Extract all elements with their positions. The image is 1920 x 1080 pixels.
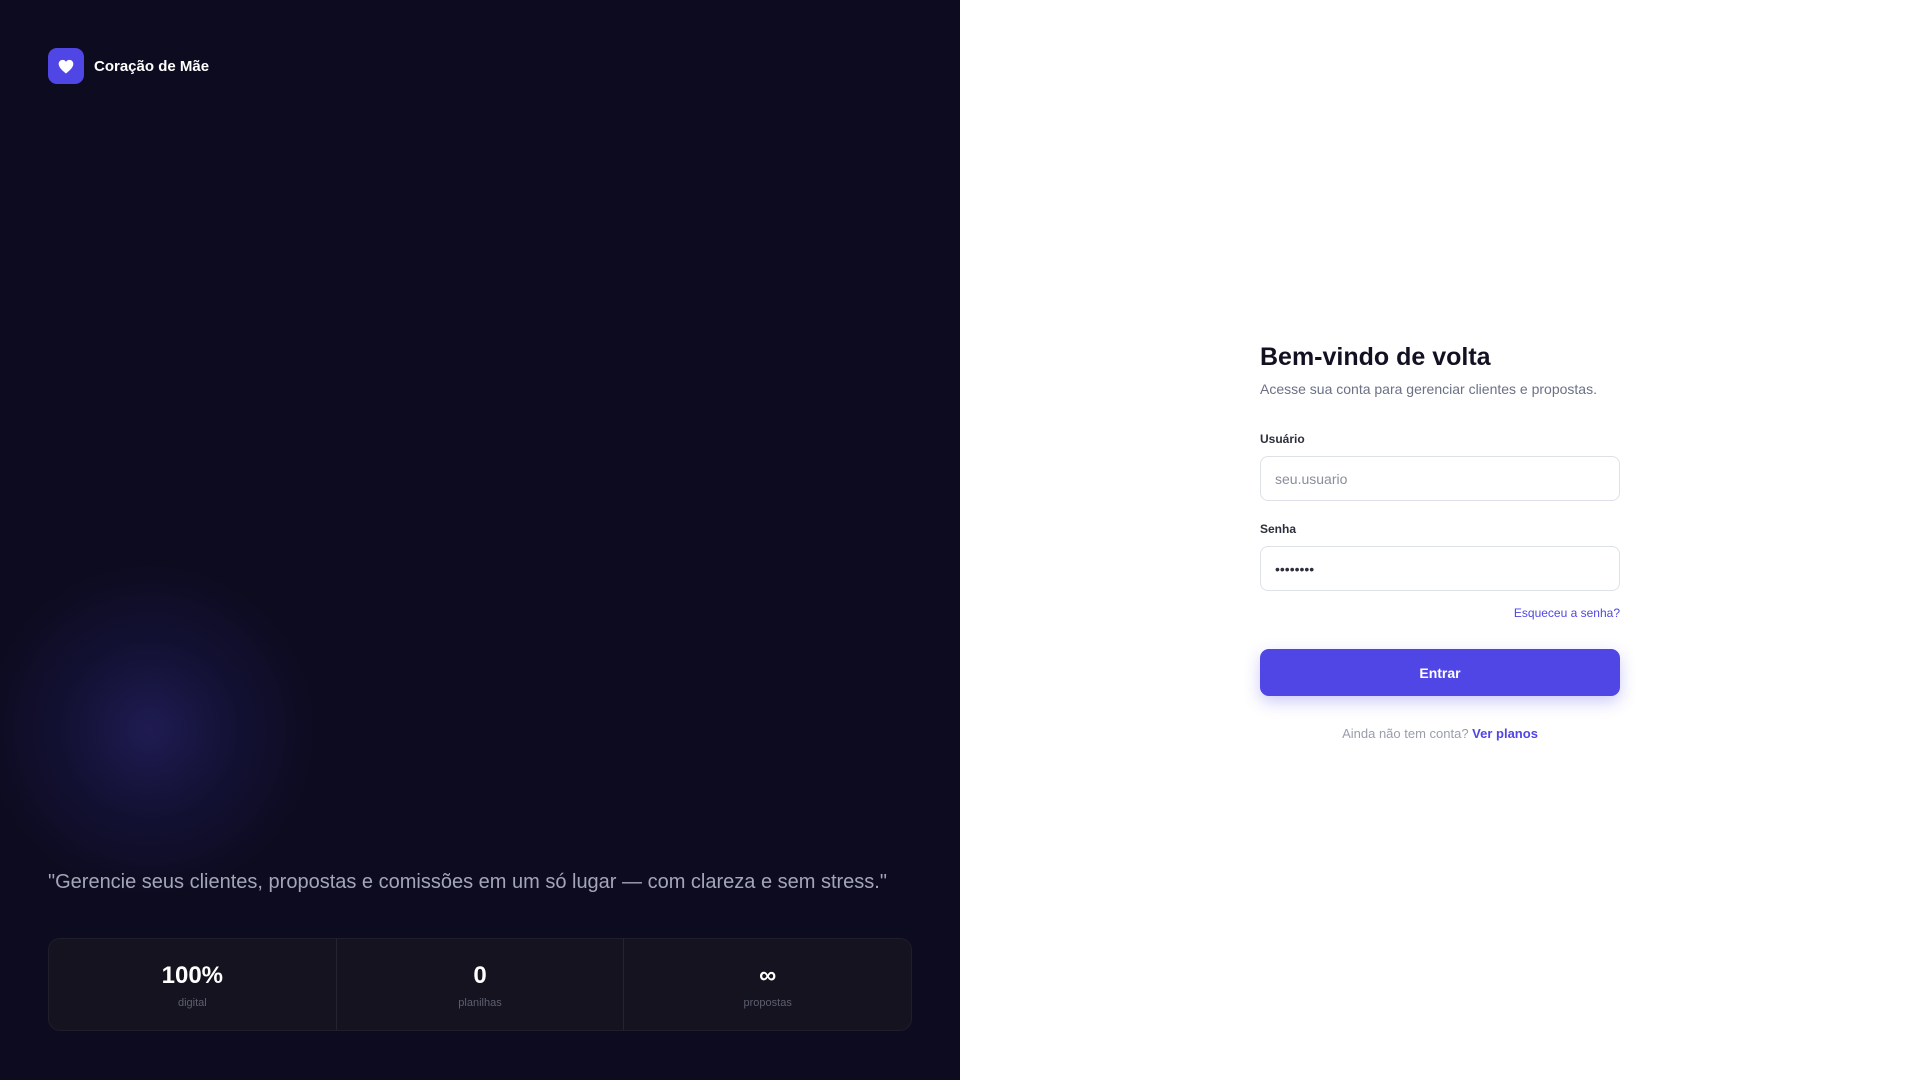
stat-digital: 100% digital bbox=[49, 939, 337, 1030]
username-group: Usuário bbox=[1260, 432, 1620, 501]
username-input[interactable] bbox=[1260, 456, 1620, 501]
password-input[interactable] bbox=[1260, 546, 1620, 591]
hero-panel: Coração de Mãe "Gerencie seus clientes, … bbox=[0, 0, 960, 1080]
brand-name: Coração de Mãe bbox=[94, 57, 210, 75]
signup-prompt: Ainda não tem conta? bbox=[1342, 726, 1473, 741]
stat-label: planilhas bbox=[458, 996, 502, 1009]
stat-label: digital bbox=[177, 996, 207, 1009]
forgot-password-link[interactable]: Esqueceu a senha? bbox=[1514, 606, 1620, 620]
view-plans-link[interactable]: Ver planos bbox=[1472, 726, 1538, 741]
login-page: Coração de Mãe "Gerencie seus clientes, … bbox=[0, 0, 1920, 1080]
login-button[interactable]: Entrar bbox=[1260, 649, 1620, 696]
stat-propostas: ∞ propostas bbox=[624, 939, 911, 1030]
brand: Coração de Mãe bbox=[48, 48, 209, 84]
stat-value: 0 bbox=[473, 961, 487, 989]
stat-value: ∞ bbox=[759, 961, 777, 989]
password-group: Senha bbox=[1260, 522, 1620, 591]
page-title: Bem-vindo de volta bbox=[1260, 343, 1491, 371]
forgot-row: Esqueceu a senha? bbox=[1260, 604, 1620, 622]
login-form: Bem-vindo de volta Acesse sua conta para… bbox=[1260, 340, 1620, 741]
page-subtitle: Acesse sua conta para gerenciar clientes… bbox=[1260, 381, 1597, 397]
stat-planilhas: 0 planilhas bbox=[337, 939, 625, 1030]
password-label: Senha bbox=[1260, 522, 1297, 536]
heart-icon bbox=[58, 59, 74, 73]
stat-label: propostas bbox=[743, 996, 792, 1009]
hero-quote: "Gerencie seus clientes, propostas e com… bbox=[48, 871, 887, 893]
login-panel: Bem-vindo de volta Acesse sua conta para… bbox=[960, 0, 1920, 1080]
brand-logo bbox=[48, 48, 84, 84]
stats-card: 100% digital 0 planilhas ∞ propostas bbox=[48, 938, 912, 1031]
username-label: Usuário bbox=[1260, 432, 1305, 446]
stat-value: 100% bbox=[161, 961, 224, 989]
signup-row: Ainda não tem conta? Ver planos bbox=[1260, 726, 1620, 741]
background-glow bbox=[0, 560, 320, 900]
